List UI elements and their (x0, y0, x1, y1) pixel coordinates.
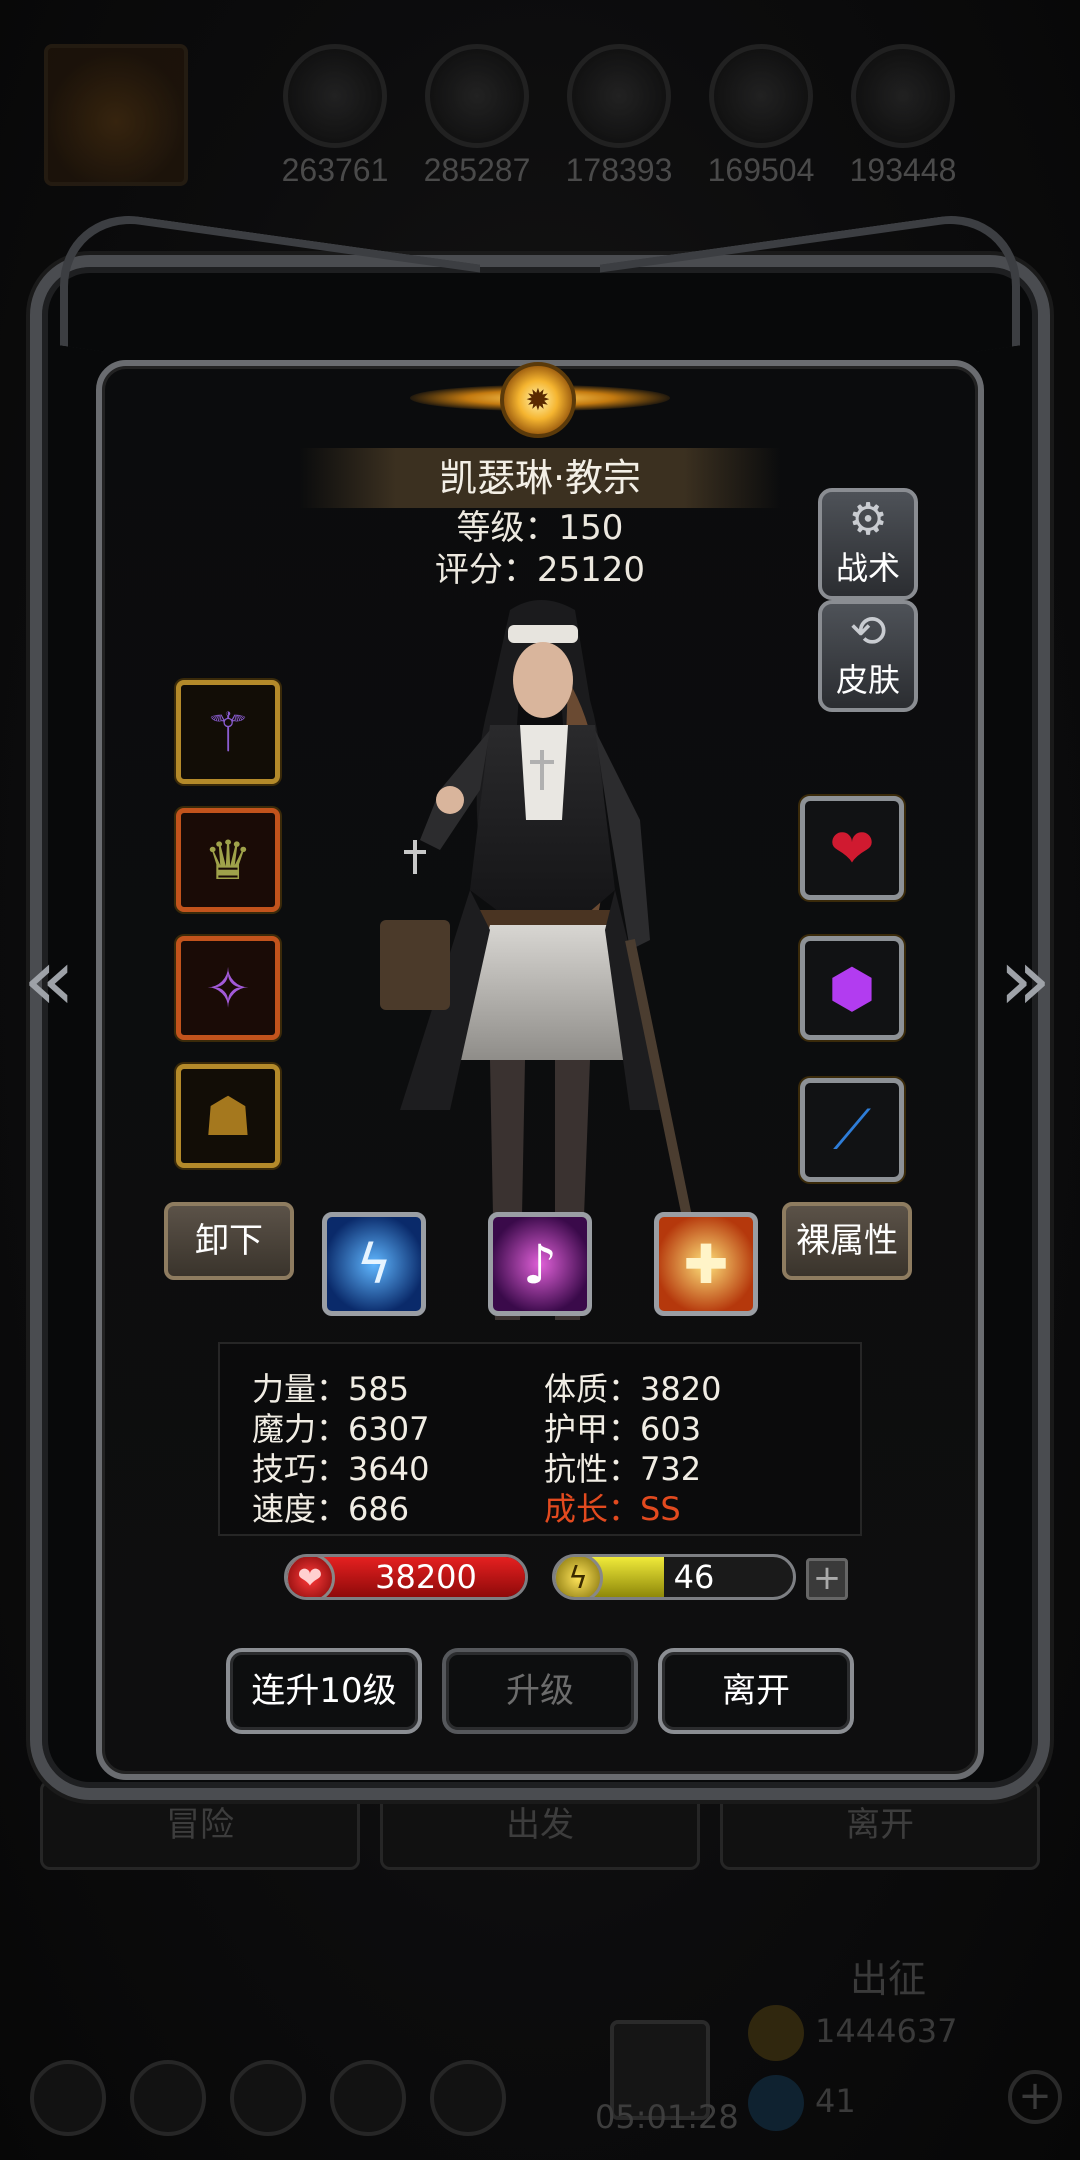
crystal-resource-icon (709, 44, 813, 148)
resource-bar: 263761 285287 178393 169504 193448 (0, 0, 1080, 200)
resource-value: 285287 (423, 152, 531, 188)
refresh-shirt-icon: ⟲ (849, 606, 887, 657)
leave-button[interactable]: 离开 (658, 1648, 854, 1734)
add-energy-button[interactable]: + (806, 1558, 848, 1600)
resource-item: 169504 (696, 44, 826, 189)
energy-bar: ϟ 46 (552, 1554, 796, 1600)
stat-growth: 成长：SS (544, 1490, 681, 1528)
gold-value: 1444637 (815, 2012, 958, 2050)
hp-bar: ❤ 38200 (284, 1554, 528, 1600)
heart-icon: ❤ (287, 1557, 335, 1597)
menu-icon (430, 2060, 506, 2136)
staff-icon: ⚚ (203, 700, 253, 764)
resource-item: 178393 (554, 44, 684, 189)
gear-icon: ⚙ (848, 494, 888, 545)
menu-icon (230, 2060, 306, 2136)
add-icon: + (1008, 2070, 1062, 2124)
energy-value: 46 (673, 1558, 715, 1596)
cloth-resource-icon (851, 44, 955, 148)
skin-label: 皮肤 (835, 661, 900, 699)
base-attributes-button[interactable]: 裸属性 (782, 1202, 912, 1280)
necklace-icon: ✧ (205, 956, 251, 1020)
relic-slot[interactable]: ⟋ (800, 1078, 904, 1182)
gem-icon (748, 2075, 804, 2131)
sun-emblem-icon: ✹ (448, 350, 628, 450)
hero-score: 评分：25120 (434, 550, 646, 590)
gem-slot[interactable]: ⬢ (800, 936, 904, 1040)
ring-slot[interactable]: ❤ (800, 796, 904, 900)
accessory-slot[interactable]: ☗ (176, 1064, 280, 1168)
gold-coin-icon (748, 2005, 804, 2061)
holy-cross-skill-icon[interactable]: ✚ (654, 1212, 758, 1316)
hero-name: 凯瑟琳·教宗 (300, 448, 780, 508)
tactics-button[interactable]: ⚙ 战术 (818, 488, 918, 600)
leather-resource-icon (425, 44, 529, 148)
menu-icon (30, 2060, 106, 2136)
stat-speed: 速度：686 (252, 1490, 410, 1528)
previous-hero-arrow-icon[interactable]: « (14, 920, 84, 1040)
necklace-slot[interactable]: ✧ (176, 936, 280, 1040)
stats-panel: 力量：585 体质：3820 魔力：6307 护甲：603 技巧：3640 抗性… (218, 1342, 862, 1536)
player-avatar (44, 44, 188, 186)
helmet-slot[interactable]: ♛ (176, 808, 280, 912)
weapon-slot[interactable]: ⚚ (176, 680, 280, 784)
resource-item: 193448 (838, 44, 968, 189)
resource-value: 169504 (707, 152, 815, 188)
purple-crystal-icon: ⬢ (828, 956, 876, 1020)
event-timer: 05:01:28 (595, 2098, 739, 2136)
resource-value: 263761 (281, 152, 389, 188)
level-up-10-button[interactable]: 连升10级 (226, 1648, 422, 1734)
resource-item: 285287 (412, 44, 542, 189)
emblem-core: ✹ (500, 362, 576, 438)
menu-icon (130, 2060, 206, 2136)
tactics-label: 战术 (835, 549, 900, 587)
resource-value: 193448 (849, 152, 957, 188)
skin-button[interactable]: ⟲ 皮肤 (818, 600, 918, 712)
lightning-skill-icon[interactable]: ϟ (322, 1212, 426, 1316)
music-skill-icon[interactable]: ♪ (488, 1212, 592, 1316)
unequip-button[interactable]: 卸下 (164, 1202, 294, 1280)
heart-gem-icon: ❤ (829, 816, 875, 880)
bell-icon: ☗ (203, 1084, 253, 1148)
level-up-button[interactable]: 升级 (442, 1648, 638, 1734)
wood-resource-icon (283, 44, 387, 148)
iron-resource-icon (567, 44, 671, 148)
lightning-icon: ϟ (555, 1557, 603, 1597)
menu-icon (330, 2060, 406, 2136)
crown-icon: ♛ (203, 828, 253, 892)
resource-value: 178393 (565, 152, 673, 188)
next-hero-arrow-icon[interactable]: » (990, 920, 1060, 1040)
gem-value: 41 (815, 2082, 856, 2120)
hp-value: 38200 (375, 1558, 477, 1596)
blue-feather-icon: ⟋ (833, 1098, 871, 1161)
expedition-label: 出征 (850, 1957, 927, 2001)
resource-item: 263761 (270, 44, 400, 189)
